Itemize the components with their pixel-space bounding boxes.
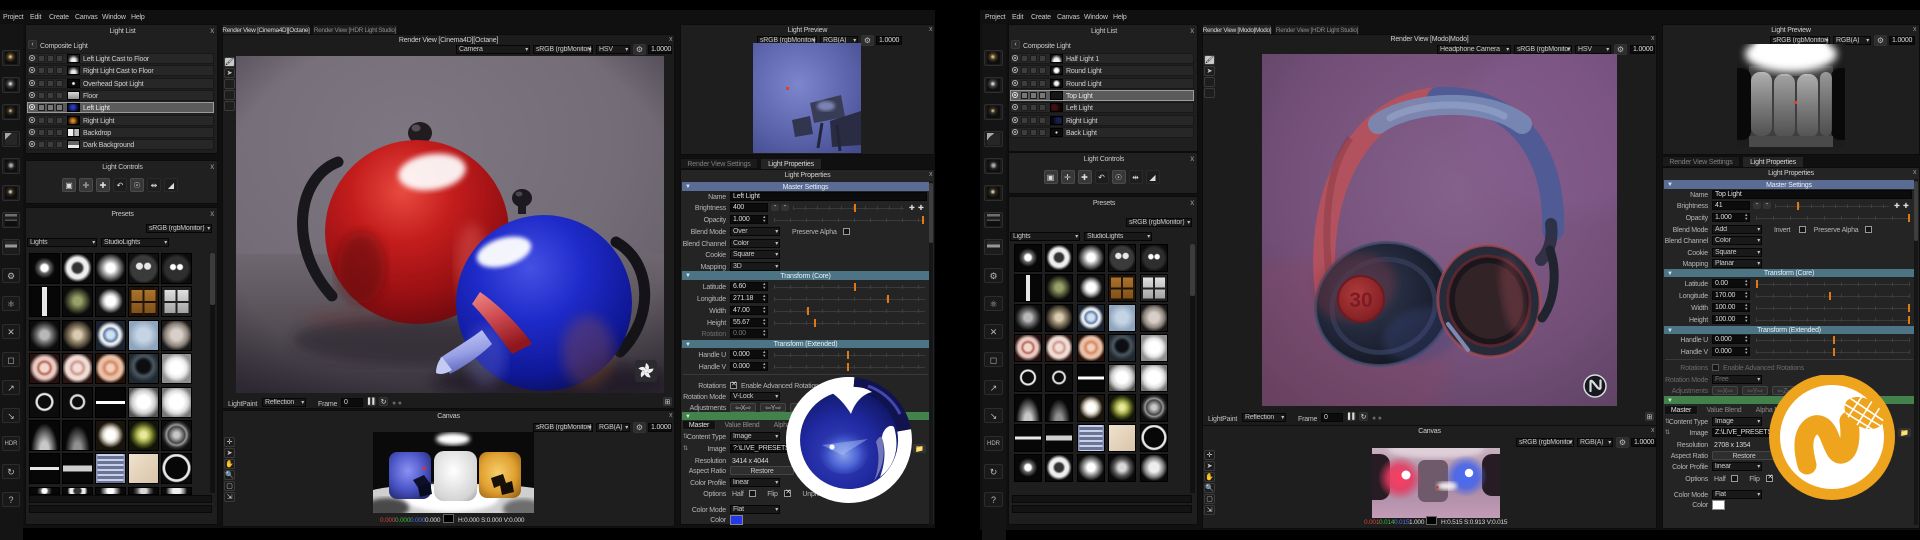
svg-text:30: 30 bbox=[1349, 289, 1372, 312]
